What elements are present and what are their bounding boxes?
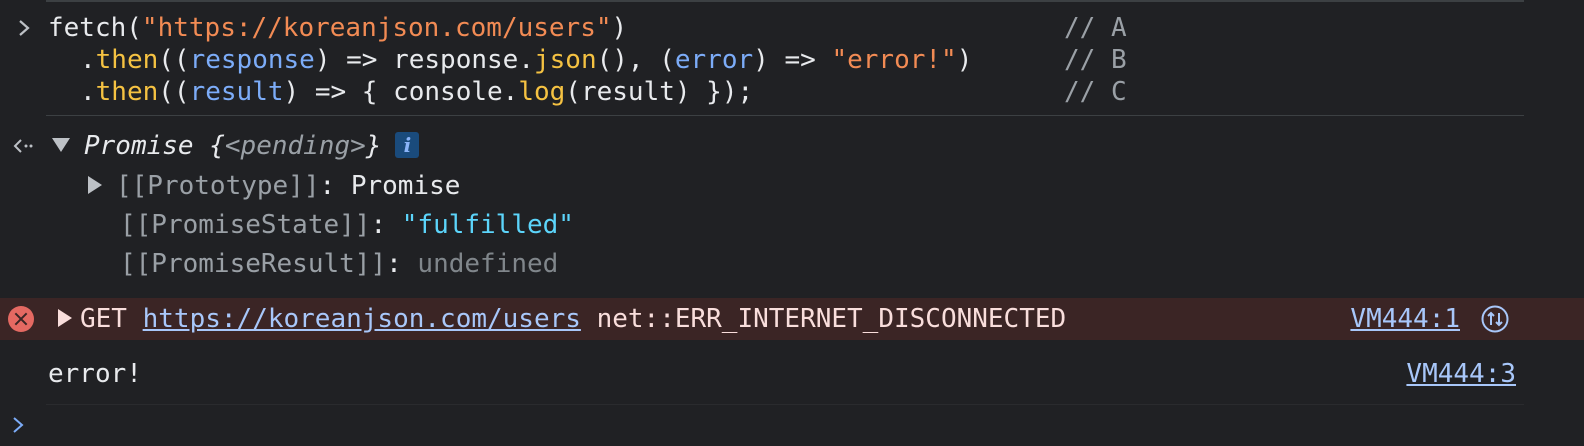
code-token: ) => <box>753 45 832 75</box>
code-comment-a: // A <box>1064 13 1127 43</box>
prop-value: Promise <box>350 171 461 201</box>
code-token: then <box>95 45 159 75</box>
log-source-link[interactable]: VM444:3 <box>1406 356 1516 392</box>
prop-prototype[interactable]: [[Prototype]]: Promise <box>88 168 460 204</box>
promise-open-brace: { <box>209 131 225 161</box>
error-message: net::ERR_INTERNET_DISCONNECTED <box>580 304 1067 334</box>
code-token: ) <box>956 45 973 75</box>
error-method: GET <box>80 304 143 334</box>
error-message-row[interactable]: GET https://koreanjson.com/users net::ER… <box>0 298 1584 340</box>
info-icon[interactable]: i <box>395 131 420 158</box>
log-text: error! <box>48 359 142 389</box>
prop-promise-result: [[PromiseResult]]: undefined <box>120 249 559 279</box>
prop-promise-state: [[PromiseState]]: "fulfilled" <box>120 210 574 240</box>
code-token: then <box>95 77 159 107</box>
code-token: . <box>80 77 96 107</box>
expand-triangle-icon[interactable] <box>58 308 72 327</box>
code-token: json <box>533 45 597 75</box>
code-line-1[interactable]: fetch("https://koreanjson.com/users") <box>48 12 627 44</box>
input-prompt-icon[interactable] <box>10 416 26 434</box>
code-token: ) <box>611 13 628 43</box>
code-token: fetch( <box>48 13 142 43</box>
prompt-chevron-icon <box>19 20 30 36</box>
code-comment-b: // B <box>1064 45 1127 75</box>
code-token: "error!" <box>831 45 957 75</box>
code-token: ) => { console. <box>283 77 519 107</box>
promise-label: Promise <box>84 131 210 161</box>
prop-key: [[Prototype]] <box>116 171 320 201</box>
code-token: error <box>674 45 754 75</box>
code-token: log <box>518 77 566 107</box>
code-token: "https://koreanjson.com/users" <box>141 13 612 43</box>
code-comment-c: // C <box>1064 77 1127 107</box>
code-token: ) => response. <box>314 45 534 75</box>
result-arrow-icon <box>13 139 33 153</box>
log-message-row: error! VM444:3 <box>0 356 1584 392</box>
promise-result[interactable]: Promise {<pending>} i <box>52 128 420 164</box>
error-source-link[interactable]: VM444:1 <box>1350 298 1460 340</box>
network-request-icon[interactable] <box>1481 305 1509 333</box>
expand-triangle-icon[interactable] <box>88 175 102 194</box>
error-icon <box>8 306 34 332</box>
promise-pending: <pending> <box>224 131 366 161</box>
code-line-2[interactable]: .then((response) => response.json(), (er… <box>80 44 972 76</box>
prop-value: undefined <box>417 249 559 279</box>
code-token: (result) }); <box>565 77 754 107</box>
divider <box>46 404 1524 405</box>
code-token: (( <box>158 45 190 75</box>
prop-key: [[PromiseResult]] <box>120 249 387 279</box>
code-line-3[interactable]: .then((result) => { console.log(result) … <box>80 76 753 108</box>
prop-value: "fulfilled" <box>401 210 574 240</box>
error-url-link[interactable]: https://koreanjson.com/users <box>143 304 581 334</box>
top-divider <box>46 0 1524 2</box>
code-token: . <box>80 45 96 75</box>
divider <box>46 115 1524 116</box>
prop-key: [[PromiseState]] <box>120 210 371 240</box>
code-token: (( <box>158 77 190 107</box>
promise-close-brace: } <box>365 131 382 161</box>
code-token: result <box>189 77 284 107</box>
error-text[interactable]: GET https://koreanjson.com/users net::ER… <box>58 298 1066 340</box>
code-token: (), ( <box>596 45 675 75</box>
code-token: response <box>189 45 315 75</box>
expand-triangle-icon[interactable] <box>52 137 70 152</box>
